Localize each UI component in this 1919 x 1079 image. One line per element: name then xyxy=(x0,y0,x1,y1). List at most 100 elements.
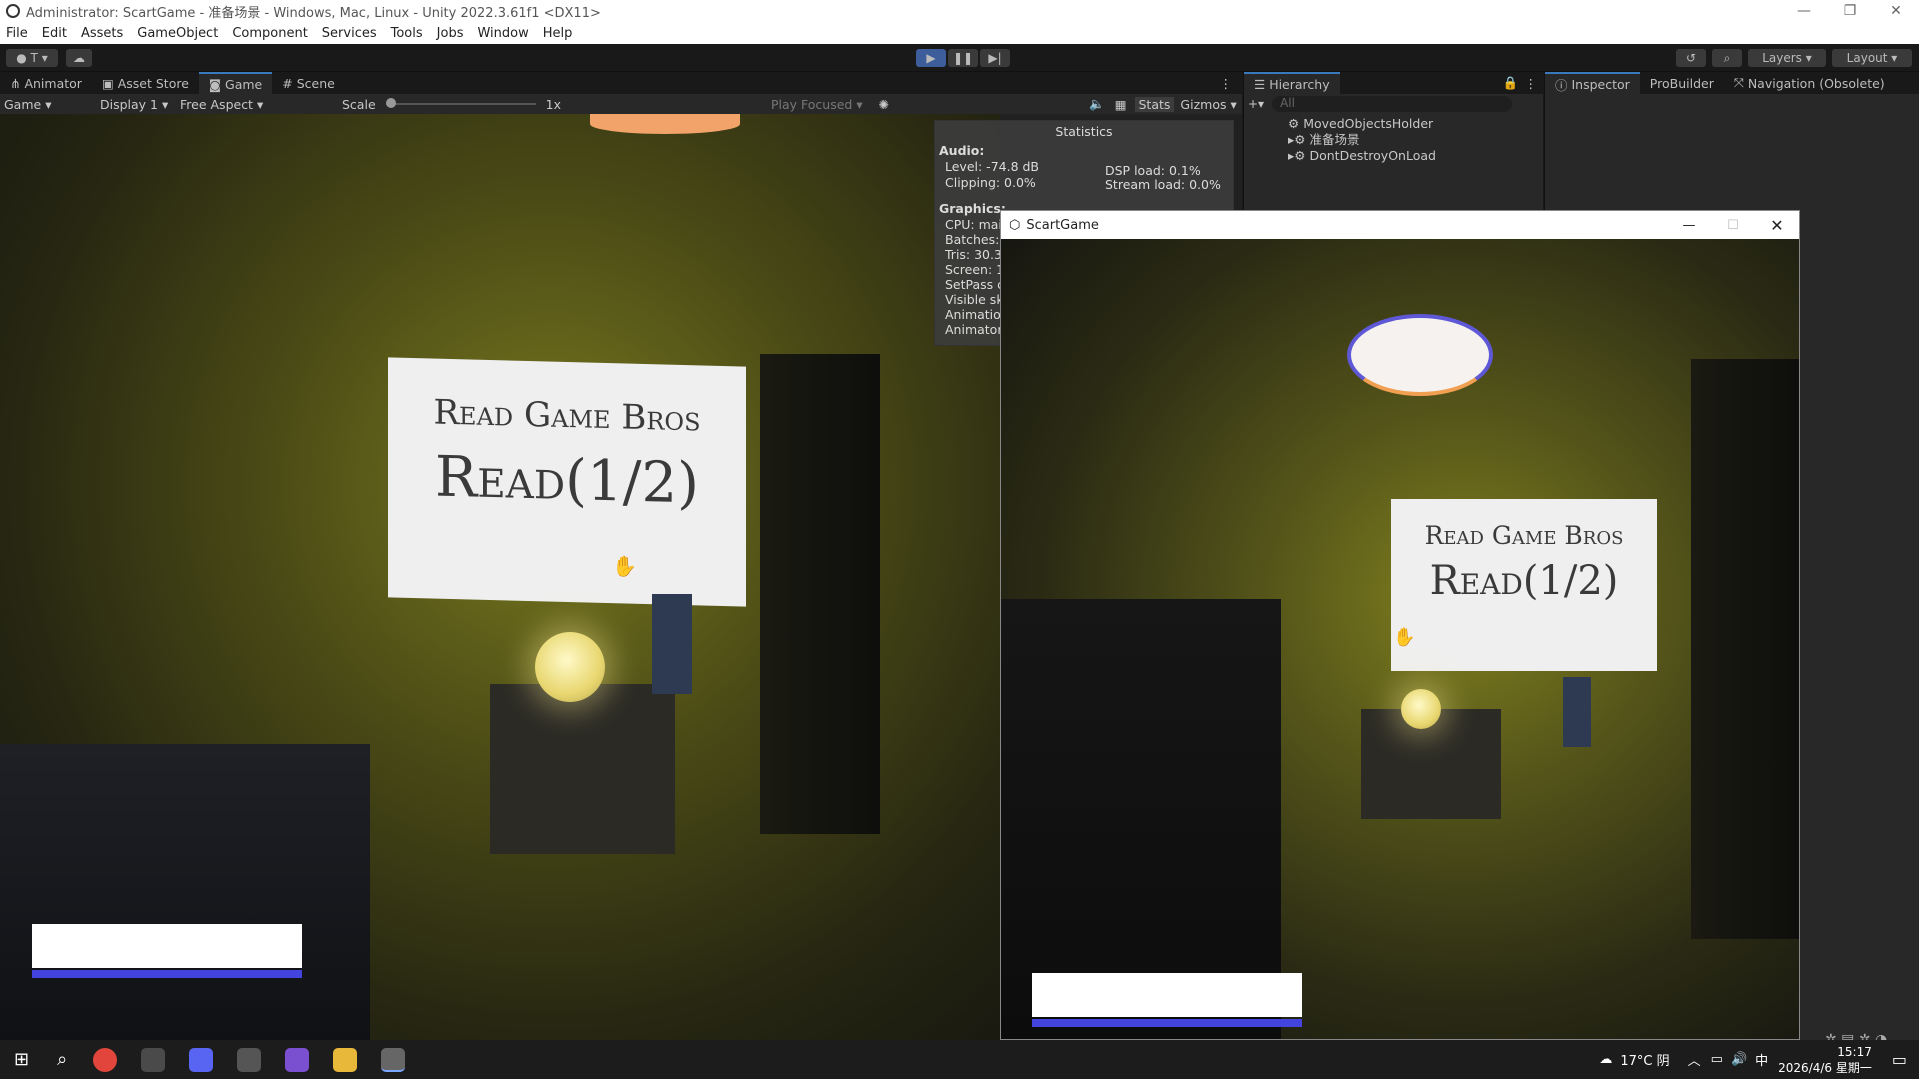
network-icon[interactable]: ▭ xyxy=(1711,1052,1723,1067)
unity-object-icon: ⚙ xyxy=(1288,116,1304,131)
mute-icon[interactable]: 🔈 xyxy=(1089,96,1105,112)
menu-gameobject[interactable]: GameObject xyxy=(137,26,218,41)
menu-bar: File Edit Assets GameObject Component Se… xyxy=(0,22,1919,44)
search-button[interactable]: ⌕ xyxy=(1712,49,1742,67)
close-button[interactable]: ✕ xyxy=(1755,216,1799,235)
game-viewport[interactable]: Read Game Bros Read(1/2) ✋ xyxy=(0,114,1000,1040)
scartgame-titlebar: ⬡ ScartGame — ☐ ✕ xyxy=(1001,211,1799,239)
tab-hierarchy[interactable]: ☰ Hierarchy xyxy=(1244,72,1340,94)
stream-load: Stream load: 0.0% xyxy=(1105,177,1221,192)
volume-icon[interactable]: 🔊 xyxy=(1731,1052,1747,1067)
unity-active-icon[interactable] xyxy=(381,1047,406,1072)
hierarchy-tabs: ☰ Hierarchy 🔒 ⋮ xyxy=(1244,72,1543,94)
account-dropdown[interactable]: ● T ▾ xyxy=(6,49,58,67)
hierarchy-panel: ☰ Hierarchy 🔒 ⋮ +▾ All ⚙ MovedObjectsHol… xyxy=(1243,72,1543,212)
hierarchy-search-row: +▾ All xyxy=(1244,94,1543,114)
menu-help[interactable]: Help xyxy=(543,26,573,41)
aspect-dropdown[interactable]: Free Aspect ▾ xyxy=(170,97,330,112)
menu-component[interactable]: Component xyxy=(232,26,307,41)
clock[interactable]: 15:17 2026/4/6 星期一 xyxy=(1778,1044,1872,1076)
hud-progress-bar xyxy=(1032,1019,1302,1027)
menu-jobs[interactable]: Jobs xyxy=(437,26,464,41)
graphics-header: Graphics: xyxy=(939,201,1006,216)
tab-navigation[interactable]: ⤧ Navigation (Obsolete) xyxy=(1724,72,1895,94)
weather-text[interactable]: 17°C 阴 xyxy=(1620,1050,1669,1069)
layers-dropdown[interactable]: Layers ▾ xyxy=(1748,49,1826,67)
chrome-icon[interactable] xyxy=(93,1047,118,1072)
tab-inspector[interactable]: ⓘ Inspector xyxy=(1545,72,1640,94)
hand-cursor-icon: ✋ xyxy=(1393,627,1416,648)
unity-icon[interactable] xyxy=(237,1047,262,1072)
menu-file[interactable]: File xyxy=(6,26,28,41)
hierarchy-search-input[interactable]: All xyxy=(1272,96,1513,112)
minimize-button[interactable]: — xyxy=(1667,218,1711,233)
tab-asset-store[interactable]: ▣ Asset Store xyxy=(92,72,199,94)
pause-button[interactable]: ❚❚ xyxy=(948,49,978,67)
ceiling-light xyxy=(1347,314,1493,396)
scale-slider[interactable] xyxy=(385,98,536,108)
menu-window[interactable]: Window xyxy=(477,26,528,41)
restore-button[interactable]: ❐ xyxy=(1827,3,1873,19)
menu-services[interactable]: Services xyxy=(322,26,377,41)
tab-game[interactable]: ◙ Game xyxy=(198,72,273,94)
projector-screen: Read Game Bros Read(1/2) xyxy=(1391,499,1657,671)
grid-view-icon[interactable]: ▦ xyxy=(1115,97,1127,112)
ceiling-light xyxy=(590,114,740,134)
history-button[interactable]: ↺ xyxy=(1676,49,1706,67)
unity-logo-icon: ⬡ xyxy=(1009,217,1021,233)
panel-menu-icon[interactable]: ⋮ xyxy=(1220,76,1233,91)
stats-toggle[interactable]: Stats xyxy=(1134,96,1175,112)
scene-icon: ⚙ xyxy=(1294,132,1310,147)
scartgame-viewport[interactable]: Read Game Bros Read(1/2) ✋ xyxy=(1001,239,1799,1039)
unity-hub-icon[interactable] xyxy=(141,1047,166,1072)
windows-start-icon[interactable]: ⊞ xyxy=(14,1049,29,1070)
title-bar: Administrator: ScartGame - 准备场景 - Window… xyxy=(0,0,1919,22)
play-icon: ▶ xyxy=(926,51,936,65)
tab-animator[interactable]: ⋔ Animator xyxy=(0,72,92,94)
account-icon: ● xyxy=(16,51,31,65)
list-item[interactable]: ▸⚙ DontDestroyOnLoad xyxy=(1288,148,1543,164)
scene-icon: ⚙ xyxy=(1294,148,1310,163)
panel-menu-icon[interactable]: ⋮ xyxy=(1525,76,1538,91)
menu-tools[interactable]: Tools xyxy=(391,26,423,41)
cloud-button[interactable]: ☁ xyxy=(66,49,92,67)
audio-clipping: Clipping: 0.0% xyxy=(945,175,1036,190)
screen-text-line2: Read(1/2) xyxy=(1429,558,1619,604)
search-icon[interactable]: ⌕ xyxy=(57,1049,67,1070)
layout-dropdown[interactable]: Layout ▾ xyxy=(1832,49,1912,67)
discord-icon[interactable] xyxy=(189,1047,214,1072)
right-wall-panel xyxy=(760,354,880,834)
bug-icon[interactable]: ✺ xyxy=(879,97,889,112)
bag-icon: ▣ xyxy=(101,75,118,91)
file-explorer-icon[interactable] xyxy=(333,1047,358,1072)
menu-edit[interactable]: Edit xyxy=(42,26,67,41)
ime-indicator[interactable]: 中 xyxy=(1755,1050,1768,1069)
projector-screen: Read Game Bros Read(1/2) xyxy=(388,357,746,607)
scale-slider-handle[interactable] xyxy=(385,98,396,108)
clock-time: 15:17 xyxy=(1837,1044,1872,1059)
minimize-button[interactable]: — xyxy=(1781,3,1827,19)
lock-icon[interactable]: 🔒 xyxy=(1503,75,1519,91)
tray-chevron-icon[interactable]: ︿ xyxy=(1688,1050,1701,1069)
tab-probuilder[interactable]: ProBuilder xyxy=(1640,72,1724,94)
info-icon: ⓘ xyxy=(1555,77,1572,93)
play-button[interactable]: ▶ xyxy=(916,49,946,67)
weather-icon[interactable]: ☁ xyxy=(1599,1052,1612,1067)
list-item[interactable]: ⚙ MovedObjectsHolder xyxy=(1288,116,1543,132)
maximize-button[interactable]: ☐ xyxy=(1711,218,1755,233)
dsp-load: DSP load: 0.1% xyxy=(1105,163,1201,178)
close-button[interactable]: ✕ xyxy=(1873,3,1919,19)
step-button[interactable]: ▶| xyxy=(980,49,1010,67)
menu-assets[interactable]: Assets xyxy=(81,26,123,41)
display-dropdown[interactable]: Display 1 ▾ xyxy=(90,97,170,112)
game-view-toolbar: Game ▾ Display 1 ▾ Free Aspect ▾ Scale 1… xyxy=(0,94,1242,114)
list-item[interactable]: ▸⚙ 准备场景 xyxy=(1288,132,1543,148)
tab-scene[interactable]: # Scene xyxy=(272,72,345,94)
game-dropdown[interactable]: Game ▾ xyxy=(0,97,90,112)
gizmos-dropdown[interactable]: Gizmos ▾ xyxy=(1180,97,1236,112)
visual-studio-icon[interactable] xyxy=(285,1047,310,1072)
add-icon[interactable]: +▾ xyxy=(1248,97,1264,111)
statistics-title: Statistics xyxy=(1055,124,1113,139)
notification-icon[interactable]: ▭ xyxy=(1892,1050,1907,1069)
play-focused-dropdown[interactable]: Play Focused ▾ xyxy=(771,97,863,112)
